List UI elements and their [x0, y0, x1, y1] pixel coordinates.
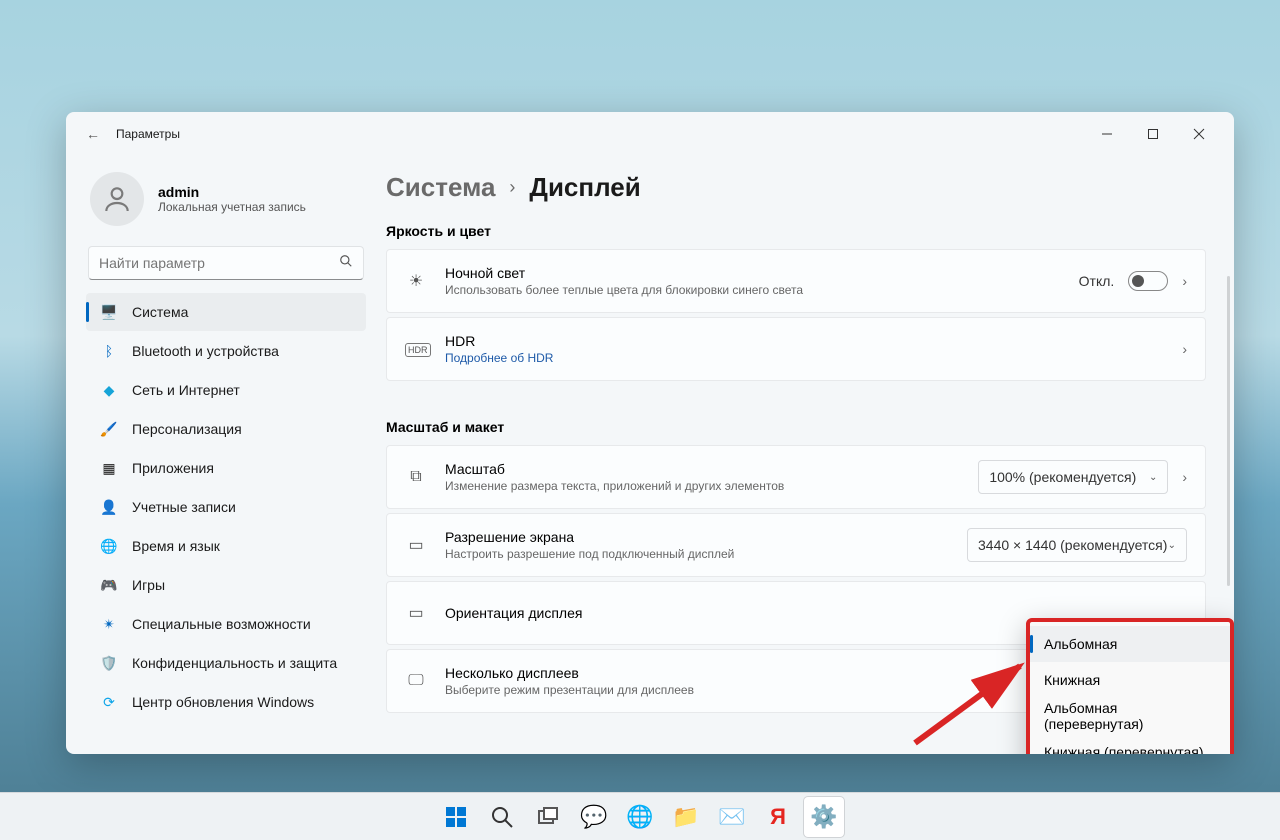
- taskbar: 💬 🌐 📁 ✉️ Я ⚙️: [0, 792, 1280, 840]
- taskbar-mail[interactable]: ✉️: [712, 797, 752, 837]
- titlebar: ← Параметры: [66, 112, 1234, 156]
- close-button[interactable]: [1176, 118, 1222, 150]
- chevron-right-icon: ›: [1182, 469, 1187, 485]
- orientation-option-portrait[interactable]: Книжная: [1030, 662, 1230, 698]
- nav-item-system[interactable]: 🖥️Система: [86, 293, 366, 331]
- gamepad-icon: 🎮: [100, 576, 118, 594]
- chevron-down-icon: ⌄: [1168, 540, 1176, 551]
- orientation-option-portrait-flipped[interactable]: Книжная (перевернутая): [1030, 734, 1230, 754]
- section-brightness: Яркость и цвет: [386, 223, 1206, 239]
- apps-icon: ▦: [100, 459, 118, 477]
- night-light-toggle[interactable]: [1128, 271, 1168, 291]
- start-button[interactable]: [436, 797, 476, 837]
- globe-icon: 🌐: [100, 537, 118, 555]
- search-icon: [339, 254, 353, 273]
- nav-item-network[interactable]: ◆Сеть и Интернет: [86, 371, 366, 409]
- chevron-right-icon: ›: [509, 177, 515, 198]
- window-title: Параметры: [116, 127, 180, 141]
- nav-item-accounts[interactable]: 👤Учетные записи: [86, 488, 366, 526]
- person-icon: 👤: [100, 498, 118, 516]
- brush-icon: 🖌️: [100, 420, 118, 438]
- card-hdr[interactable]: HDR HDR Подробнее об HDR ›: [386, 317, 1206, 381]
- update-icon: ⟳: [100, 693, 118, 711]
- taskbar-edge[interactable]: 🌐: [620, 797, 660, 837]
- nav-item-update[interactable]: ⟳Центр обновления Windows: [86, 683, 366, 721]
- account-name: admin: [158, 184, 306, 200]
- nav-item-personalization[interactable]: 🖌️Персонализация: [86, 410, 366, 448]
- avatar: [90, 172, 144, 226]
- nav-list: 🖥️Система ᛒBluetooth и устройства ◆Сеть …: [80, 292, 372, 754]
- minimize-button[interactable]: [1084, 118, 1130, 150]
- resolution-icon: ▭: [405, 535, 427, 555]
- scale-dropdown[interactable]: 100% (рекомендуется)⌄: [978, 460, 1168, 494]
- card-scale[interactable]: ⧉ Масштаб Изменение размера текста, прил…: [386, 445, 1206, 509]
- scrollbar[interactable]: [1227, 276, 1230, 586]
- search-input[interactable]: [99, 255, 339, 271]
- desktop-wallpaper: ← Параметры admin Локальная учетная запи…: [0, 0, 1280, 840]
- shield-icon: 🛡️: [100, 654, 118, 672]
- night-light-state: Откл.: [1079, 273, 1115, 289]
- card-night-light[interactable]: ☀ Ночной свет Использовать более теплые …: [386, 249, 1206, 313]
- orientation-menu[interactable]: Альбомная Книжная Альбомная (перевернута…: [1026, 618, 1234, 754]
- orientation-option-landscape[interactable]: Альбомная: [1030, 626, 1230, 662]
- sidebar: admin Локальная учетная запись 🖥️Система…: [66, 156, 376, 754]
- section-scale: Масштаб и макет: [386, 419, 1206, 435]
- taskbar-explorer[interactable]: 📁: [666, 797, 706, 837]
- hdr-icon: HDR: [405, 340, 427, 358]
- wifi-icon: ◆: [100, 381, 118, 399]
- nav-item-bluetooth[interactable]: ᛒBluetooth и устройства: [86, 332, 366, 370]
- display-icon: 🖥️: [100, 303, 118, 321]
- scale-icon: ⧉: [405, 468, 427, 486]
- breadcrumb-system[interactable]: Система: [386, 172, 495, 203]
- settings-window: ← Параметры admin Локальная учетная запи…: [66, 112, 1234, 754]
- back-button[interactable]: ←: [78, 126, 108, 142]
- main-content: Система › Дисплей Яркость и цвет ☀ Ночно…: [376, 156, 1234, 754]
- sun-icon: ☀: [405, 271, 427, 291]
- hdr-link[interactable]: Подробнее об HDR: [445, 351, 1164, 365]
- account-sub: Локальная учетная запись: [158, 200, 306, 214]
- nav-item-time[interactable]: 🌐Время и язык: [86, 527, 366, 565]
- orientation-icon: ▭: [405, 603, 427, 623]
- chevron-right-icon: ›: [1182, 273, 1187, 289]
- taskbar-search[interactable]: [482, 797, 522, 837]
- account-block[interactable]: admin Локальная учетная запись: [80, 156, 372, 246]
- multi-display-icon: 🖵: [405, 672, 427, 690]
- nav-item-accessibility[interactable]: ✴Специальные возможности: [86, 605, 366, 643]
- chevron-down-icon: ⌄: [1149, 472, 1157, 483]
- breadcrumb: Система › Дисплей: [386, 166, 1206, 203]
- taskbar-task-view[interactable]: [528, 797, 568, 837]
- accessibility-icon: ✴: [100, 615, 118, 633]
- breadcrumb-display: Дисплей: [529, 172, 640, 203]
- nav-item-privacy[interactable]: 🛡️Конфиденциальность и защита: [86, 644, 366, 682]
- taskbar-chat[interactable]: 💬: [574, 797, 614, 837]
- nav-item-apps[interactable]: ▦Приложения: [86, 449, 366, 487]
- maximize-button[interactable]: [1130, 118, 1176, 150]
- chevron-right-icon: ›: [1182, 341, 1187, 357]
- card-resolution[interactable]: ▭ Разрешение экрана Настроить разрешение…: [386, 513, 1206, 577]
- taskbar-yandex[interactable]: Я: [758, 797, 798, 837]
- resolution-dropdown[interactable]: 3440 × 1440 (рекомендуется)⌄: [967, 528, 1187, 562]
- search-box[interactable]: [88, 246, 364, 280]
- taskbar-settings[interactable]: ⚙️: [804, 797, 844, 837]
- orientation-option-landscape-flipped[interactable]: Альбомная (перевернутая): [1030, 698, 1230, 734]
- bluetooth-icon: ᛒ: [100, 342, 118, 360]
- nav-item-gaming[interactable]: 🎮Игры: [86, 566, 366, 604]
